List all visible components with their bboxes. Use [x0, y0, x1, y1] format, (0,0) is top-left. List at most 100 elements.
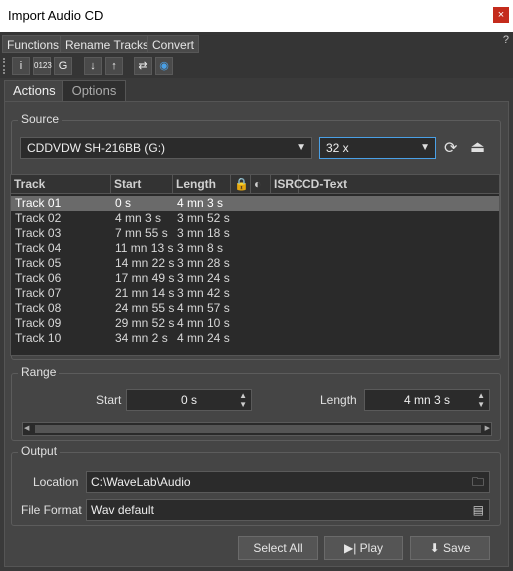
table-row[interactable]: Track 10 34 mn 2 s 4 mn 24 s	[11, 331, 499, 346]
cell-start: 17 mn 49 s	[115, 271, 175, 285]
help-icon[interactable]: ?	[503, 34, 509, 46]
table-row[interactable]: Track 09 29 mn 52 s4 mn 10 s	[11, 316, 499, 331]
tab-actions[interactable]: Actions	[4, 80, 65, 102]
tab-options[interactable]: Options	[62, 80, 126, 102]
cell-length: 3 mn 8 s	[177, 241, 224, 255]
convert-icon[interactable]: ⇄	[134, 57, 152, 75]
cell-length: 3 mn 24 s	[177, 271, 230, 285]
cell-start: 29 mn 52 s	[115, 316, 175, 330]
range-start-label: Start	[96, 393, 122, 407]
cell-track: Track 02	[15, 211, 62, 225]
save-button[interactable]: ⬇ Save	[410, 536, 490, 560]
col-start[interactable]: Start	[111, 175, 173, 194]
cell-length: 3 mn 42 s	[177, 286, 230, 300]
cell-start: 34 mn 2 s	[115, 331, 168, 345]
speed-select[interactable]: 32 x ▼	[319, 137, 436, 159]
close-button[interactable]: ×	[493, 7, 509, 23]
cell-start: 21 mn 14 s	[115, 286, 175, 300]
window-title: Import Audio CD	[8, 8, 104, 23]
cell-length: 4 mn 10 s	[177, 316, 230, 330]
play-label: Play	[359, 541, 384, 555]
output-label: Output	[18, 444, 61, 458]
table-row[interactable]: Track 03 7 mn 55 s 3 mn 18 s	[11, 226, 499, 241]
file-format-field[interactable]: Wav default ▤	[86, 499, 490, 521]
cell-start: 11 mn 13 s	[115, 241, 174, 255]
play-button[interactable]: ▶| Play	[324, 536, 403, 560]
cell-track: Track 04	[15, 241, 62, 255]
menu-convert[interactable]: Convert	[147, 35, 200, 53]
table-row[interactable]: Track 06 17 mn 49 s3 mn 24 s	[11, 271, 499, 286]
chevron-down-icon: ▼	[420, 142, 430, 153]
menu-bar: Functions Rename Tracks Convert ?	[0, 32, 513, 54]
save-label: Save	[443, 541, 471, 555]
lock-icon[interactable]: 🔒	[231, 175, 251, 194]
menu-functions[interactable]: Functions	[2, 35, 65, 53]
location-value: C:\WaveLab\Audio	[91, 475, 191, 489]
slider-right-icon[interactable]: ▶	[485, 424, 490, 432]
toolbar-grip-icon	[3, 58, 7, 74]
track-table[interactable]: Track Start Length 🔒 ◐ ISRC CD-Text Trac…	[10, 174, 500, 356]
drive-select[interactable]: CDDVDW SH-216BB (G:) ▼	[20, 137, 312, 159]
location-field[interactable]: C:\WaveLab\Audio 🗀	[86, 471, 490, 493]
cell-length: 4 mn 57 s	[177, 301, 230, 315]
cd-icon[interactable]: ◉	[155, 57, 173, 75]
file-format-icon[interactable]: ▤	[473, 500, 484, 520]
cell-track: Track 07	[15, 286, 62, 300]
range-slider[interactable]: ◀ ▶	[22, 422, 492, 436]
table-header: Track Start Length 🔒 ◐ ISRC CD-Text	[11, 175, 499, 194]
file-format-label: File Format	[21, 503, 82, 517]
eject-icon[interactable]: ⏏	[470, 137, 485, 157]
toolbar: i 0123 G ↓ ↑ ⇄ ◉	[0, 54, 513, 78]
info-icon[interactable]: i	[12, 57, 30, 75]
cell-length: 3 mn 28 s	[177, 256, 230, 270]
title-bar: Import Audio CD ×	[0, 0, 513, 32]
range-slider-thumb[interactable]	[35, 425, 481, 433]
range-length-value: 4 mn 3 s	[403, 393, 451, 407]
range-group: Range Start 0 s ▲ ▼ Length 4 mn 3 s ▲ ▼ ◀ …	[11, 365, 501, 441]
select-all-button[interactable]: Select All	[238, 536, 318, 560]
col-isrc[interactable]: ISRC	[271, 175, 303, 194]
range-length-label: Length	[320, 393, 357, 407]
speed-value: 32 x	[326, 141, 349, 155]
folder-icon[interactable]: 🗀	[472, 472, 484, 492]
cell-track: Track 05	[15, 256, 62, 270]
refresh-drive-icon[interactable]: ⟳	[444, 138, 457, 158]
range-start-value: 0 s	[180, 393, 197, 407]
drive-value: CDDVDW SH-216BB (G:)	[27, 141, 166, 155]
export-icon[interactable]: ↑	[105, 57, 123, 75]
cell-track: Track 08	[15, 301, 62, 315]
table-row[interactable]: Track 04 11 mn 13 s3 mn 8 s	[11, 241, 499, 256]
col-track[interactable]: Track	[11, 175, 111, 194]
col-length[interactable]: Length	[173, 175, 231, 194]
cell-start: 7 mn 55 s	[115, 226, 168, 240]
range-start-field[interactable]: 0 s ▲ ▼	[126, 389, 252, 411]
table-row[interactable]: Track 08 24 mn 55 s4 mn 57 s	[11, 301, 499, 316]
import-icon[interactable]: ↓	[84, 57, 102, 75]
chevron-down-icon: ▼	[296, 142, 306, 153]
spin-arrows-icon[interactable]: ▲ ▼	[477, 391, 485, 409]
cell-start: 24 mn 55 s	[115, 301, 175, 315]
cell-length: 3 mn 52 s	[177, 211, 230, 225]
refresh-icon[interactable]: G	[54, 57, 72, 75]
slider-left-icon[interactable]: ◀	[24, 424, 29, 432]
output-group: Output Location C:\WaveLab\Audio 🗀 File …	[11, 444, 501, 526]
table-row[interactable]: Track 01 0 s 4 mn 3 s	[11, 196, 499, 211]
range-length-field[interactable]: 4 mn 3 s ▲ ▼	[364, 389, 490, 411]
cell-length: 3 mn 18 s	[177, 226, 230, 240]
cell-track: Track 03	[15, 226, 62, 240]
table-row[interactable]: Track 02 4 mn 3 s 3 mn 52 s	[11, 211, 499, 226]
menu-rename-tracks[interactable]: Rename Tracks	[60, 35, 155, 53]
spin-arrows-icon[interactable]: ▲ ▼	[239, 391, 247, 409]
play-icon: ▶|	[343, 541, 360, 555]
cell-track: Track 01	[15, 196, 62, 210]
table-row[interactable]: Track 05 14 mn 22 s3 mn 28 s	[11, 256, 499, 271]
range-label: Range	[18, 365, 60, 379]
waveform-icon[interactable]: ◐	[251, 175, 271, 194]
file-format-value: Wav default	[91, 503, 154, 517]
numbering-icon[interactable]: 0123	[33, 57, 52, 75]
cell-length: 4 mn 3 s	[177, 196, 224, 210]
col-cd-text[interactable]: CD-Text	[299, 175, 499, 194]
save-icon: ⬇	[429, 541, 444, 555]
table-row[interactable]: Track 07 21 mn 14 s3 mn 42 s	[11, 286, 499, 301]
cell-track: Track 09	[15, 316, 62, 330]
